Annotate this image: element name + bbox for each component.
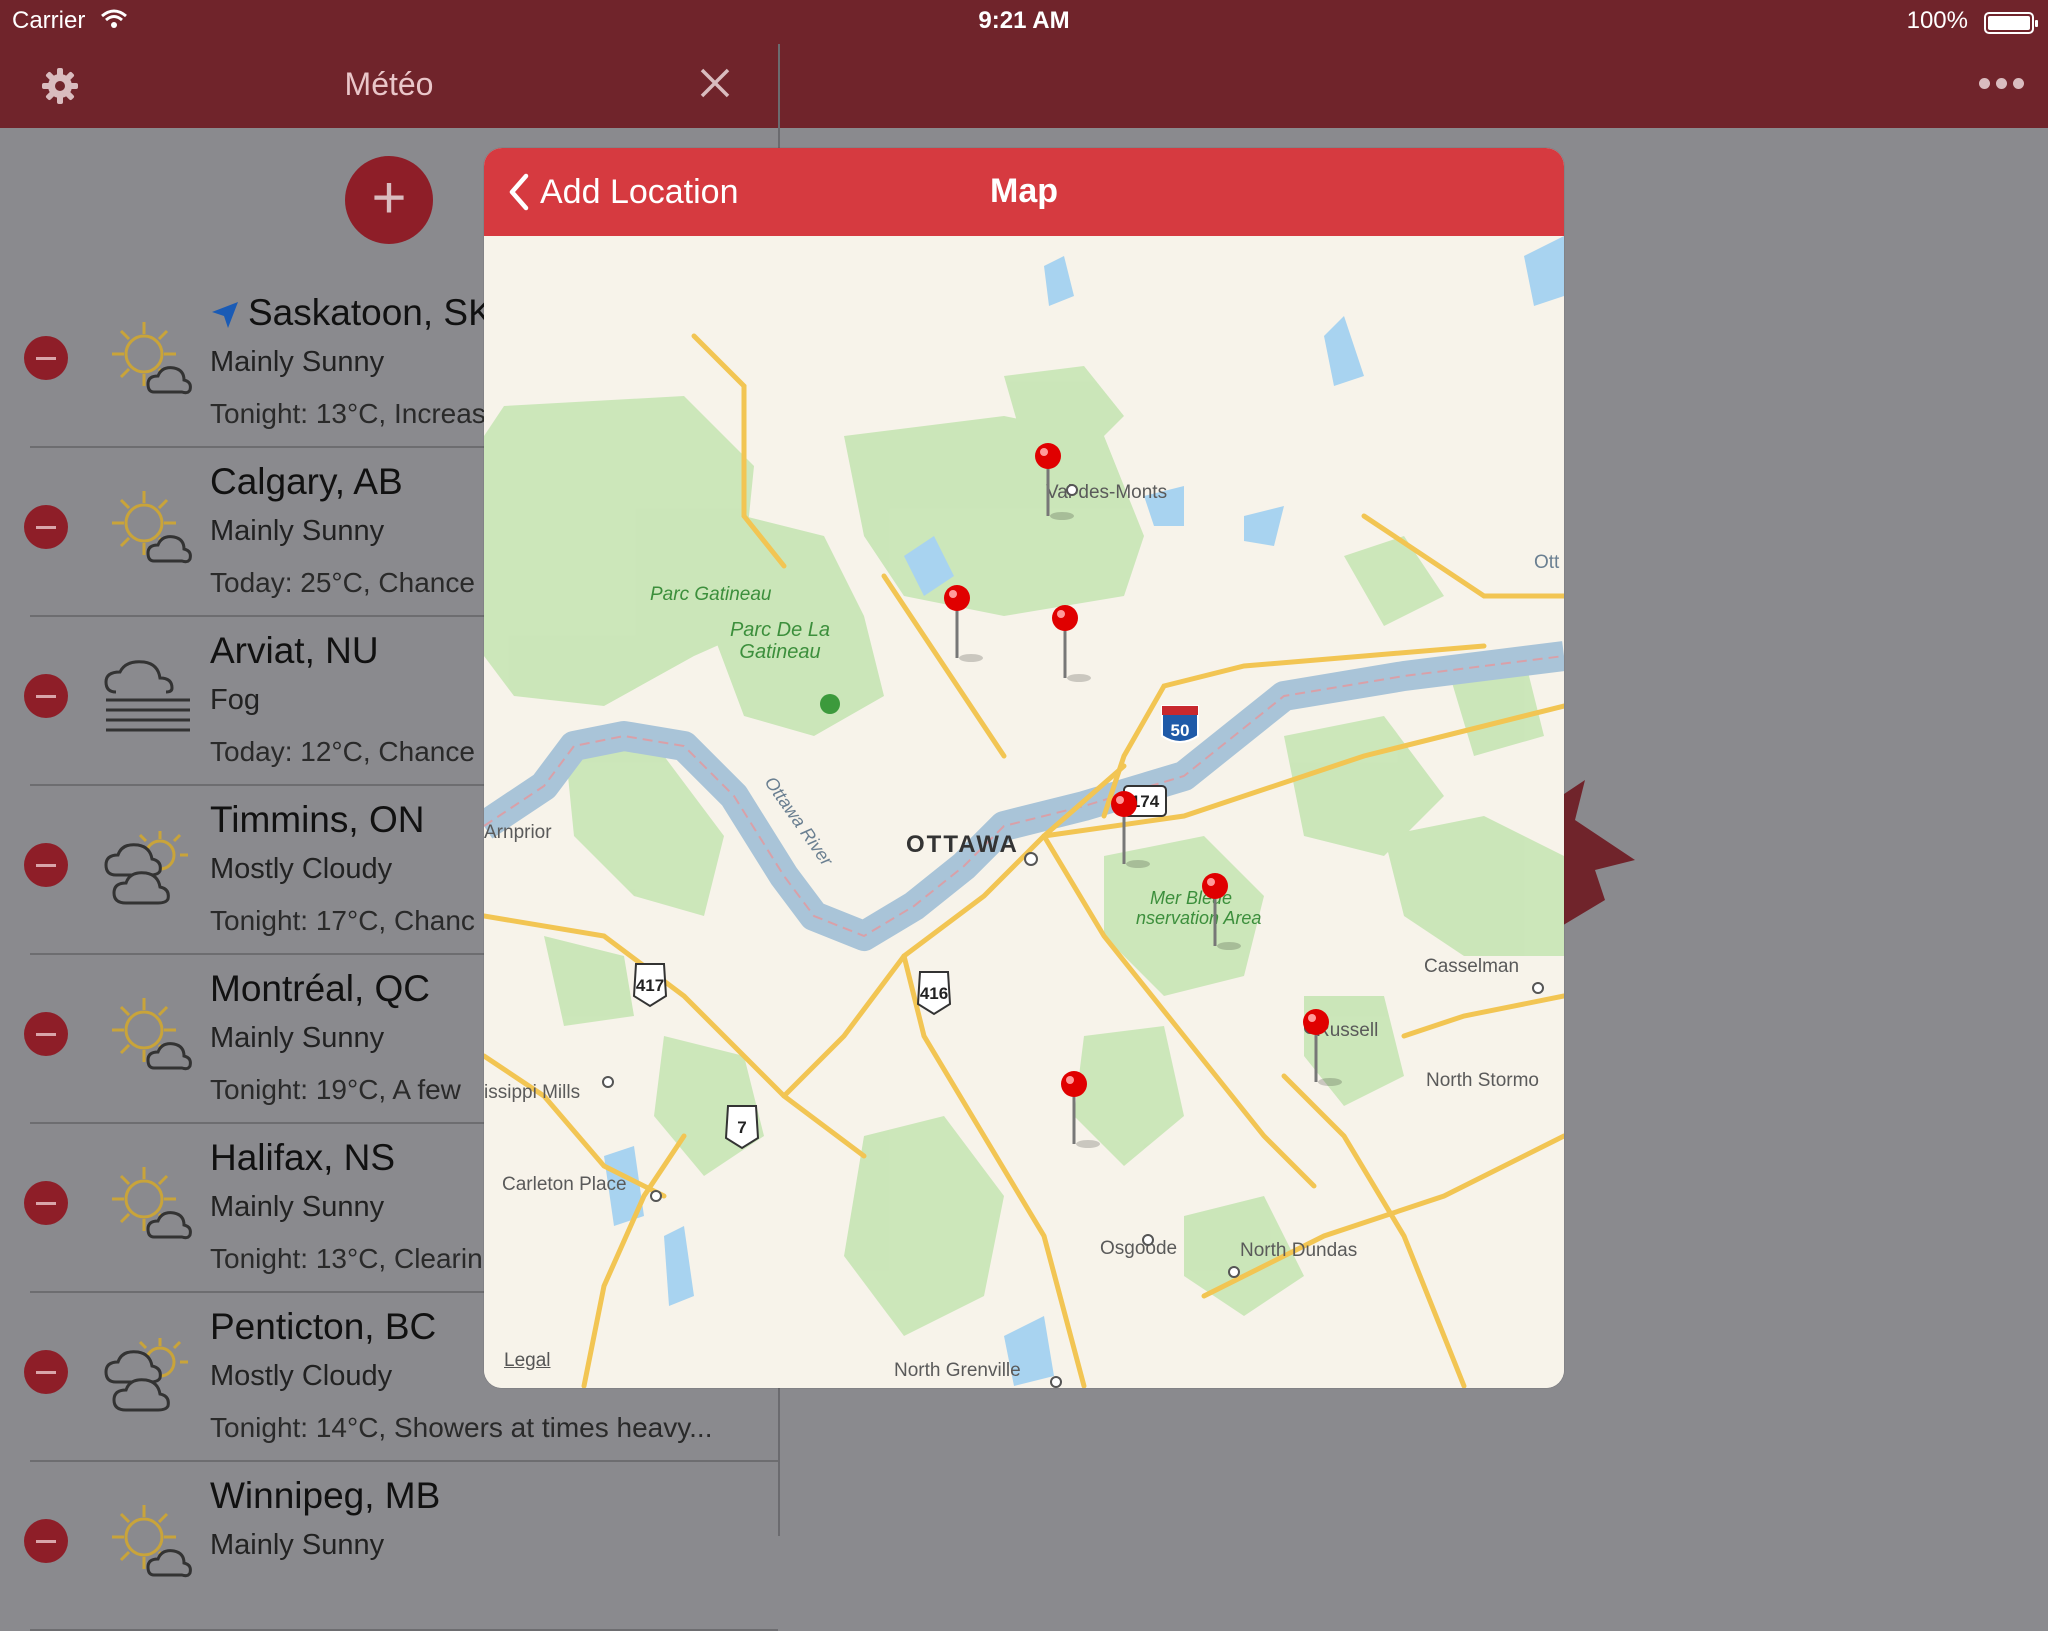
delete-city-button[interactable]: [24, 1350, 68, 1394]
sun-cloud-icon: [100, 1155, 196, 1251]
sun-cloud-icon: [100, 310, 196, 406]
app-title: Météo: [344, 66, 434, 102]
city-condition: Mainly Sunny: [210, 1022, 385, 1054]
row-separator: [30, 1460, 778, 1462]
cloud-sun-icon: [100, 817, 196, 913]
delete-city-button[interactable]: [24, 336, 68, 380]
modal-title: Map: [990, 172, 1058, 210]
map-label-gatineau: Gatineau: [739, 641, 820, 663]
map-label-ott: Ott: [1534, 552, 1560, 573]
maple-leaf-icon: [1555, 780, 1635, 930]
svg-text:416: 416: [920, 984, 948, 1003]
map-label-ottawa: OTTAWA: [906, 831, 1019, 858]
city-condition: Mainly Sunny: [210, 1529, 385, 1561]
city-forecast: Today: 12°C, Chance: [210, 736, 475, 767]
svg-text:417: 417: [636, 976, 664, 995]
city-forecast: Tonight: 13°C, Increas: [210, 398, 486, 429]
map-label-north-dundas: North Dundas: [1240, 1240, 1357, 1261]
svg-text:7: 7: [737, 1118, 746, 1137]
highway-416-shield: 416: [916, 971, 952, 1016]
map-label-val-des-monts: Val-des-Monts: [1046, 482, 1167, 503]
modal-header: Add Location Map: [484, 148, 1564, 236]
city-forecast: Tonight: 14°C, Showers at times heavy...: [210, 1412, 713, 1443]
city-condition: Mainly Sunny: [210, 515, 385, 547]
city-condition: Mainly Sunny: [210, 346, 385, 378]
cloud-sun-icon: [100, 1324, 196, 1420]
city-name: Winnipeg, MB: [210, 1475, 441, 1516]
more-icon[interactable]: [1979, 78, 2024, 89]
delete-city-button[interactable]: [24, 1012, 68, 1056]
city-name: Penticton, BC: [210, 1306, 437, 1347]
city-condition: Mostly Cloudy: [210, 1360, 393, 1392]
park-icon: [820, 694, 840, 714]
map-label-north-grenville: North Grenville: [894, 1360, 1021, 1381]
city-name: Saskatoon, SK: [210, 292, 493, 334]
city-condition: Fog: [210, 684, 260, 716]
city-name: Timmins, ON: [210, 799, 425, 840]
map-label-mississippi-mills: issippi Mills: [484, 1082, 580, 1103]
city-forecast: Tonight: 13°C, Clearin: [210, 1243, 483, 1274]
delete-city-button[interactable]: [24, 674, 68, 718]
battery-icon: [1984, 12, 2038, 34]
map-label-parc-de-la: Parc De La: [730, 619, 830, 641]
map-label-carleton-place: Carleton Place: [502, 1174, 627, 1195]
map-label-parc-gatineau: Parc Gatineau: [650, 584, 772, 605]
delete-city-button[interactable]: [24, 505, 68, 549]
map-label-osgoode: Osgoode: [1100, 1238, 1177, 1259]
sun-cloud-icon: [100, 1493, 196, 1589]
city-name: Calgary, AB: [210, 461, 403, 502]
sun-cloud-icon: [100, 986, 196, 1082]
legal-link[interactable]: Legal: [504, 1350, 551, 1372]
city-forecast: Tonight: 19°C, A few: [210, 1074, 461, 1105]
map-modal: Add Location Map Val-des-Monts Parc Gati…: [484, 148, 1564, 1388]
battery-label: 100%: [1906, 7, 1968, 34]
delete-city-button[interactable]: [24, 1519, 68, 1563]
delete-city-button[interactable]: [24, 843, 68, 887]
city-forecast: Tonight: 17°C, Chanc: [210, 905, 475, 936]
highway-50-shield: 50: [1161, 705, 1199, 743]
city-name: Montréal, QC: [210, 968, 431, 1009]
city-condition: Mostly Cloudy: [210, 853, 393, 885]
city-name: Arviat, NU: [210, 630, 379, 671]
svg-text:50: 50: [1171, 721, 1190, 740]
fog-icon: [100, 648, 196, 744]
location-arrow-icon: [212, 302, 238, 329]
close-icon[interactable]: [698, 66, 732, 100]
left-navbar: Météo: [0, 44, 778, 128]
city-row[interactable]: Winnipeg, MB Mainly Sunny: [0, 1463, 778, 1631]
city-condition: Mainly Sunny: [210, 1191, 385, 1223]
map-label-casselman: Casselman: [1424, 956, 1519, 977]
map-view[interactable]: Val-des-Monts Parc Gatineau Parc De La G…: [484, 236, 1564, 1388]
add-location-button[interactable]: +: [345, 156, 433, 244]
highway-7-shield: 7: [724, 1105, 760, 1150]
clock: 9:21 AM: [978, 7, 1070, 34]
highway-417-shield: 417: [632, 963, 668, 1008]
map-label-conservation-area: nservation Area: [1136, 908, 1261, 928]
map-label-arnprior: Arnprior: [484, 822, 552, 843]
status-bar: Carrier 9:21 AM 100%: [0, 0, 2048, 44]
sun-cloud-icon: [100, 479, 196, 575]
city-name: Halifax, NS: [210, 1137, 396, 1178]
right-navbar: [780, 44, 2048, 128]
delete-city-button[interactable]: [24, 1181, 68, 1225]
map-label-north-stormont: North Stormo: [1426, 1070, 1539, 1091]
city-forecast: Today: 25°C, Chance: [210, 567, 475, 598]
